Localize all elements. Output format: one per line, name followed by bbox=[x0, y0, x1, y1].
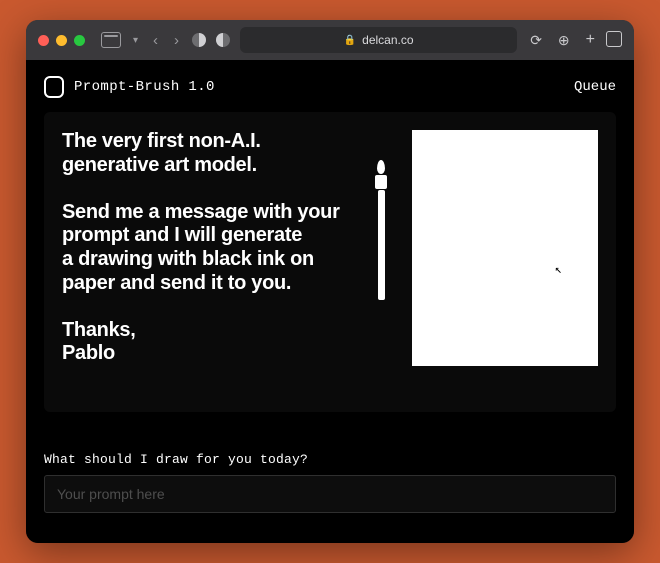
brand[interactable]: Prompt-Brush 1.0 bbox=[44, 76, 215, 98]
forward-button[interactable]: › bbox=[171, 32, 182, 49]
prompt-input[interactable] bbox=[44, 475, 616, 513]
new-tab-button[interactable]: + bbox=[583, 31, 598, 49]
close-window-button[interactable] bbox=[38, 35, 49, 46]
downloads-icon[interactable]: ⊕ bbox=[555, 32, 573, 49]
prompt-area: What should I draw for you today? bbox=[44, 452, 616, 513]
minimize-window-button[interactable] bbox=[56, 35, 67, 46]
brand-logo-icon bbox=[44, 76, 64, 98]
back-button[interactable]: ‹ bbox=[150, 32, 161, 49]
drawing-canvas: ↖ bbox=[412, 130, 598, 366]
browser-chrome: ▾ ‹ › 🔒 delcan.co ⟳ ⊕ + bbox=[26, 20, 634, 60]
brand-name: Prompt-Brush 1.0 bbox=[74, 79, 215, 95]
tab-overview-icon[interactable] bbox=[608, 33, 622, 47]
reader-mode-icon[interactable] bbox=[216, 33, 230, 47]
hero-text: The very first non-A.I. generative art m… bbox=[62, 130, 350, 394]
paintbrush-icon bbox=[375, 160, 387, 300]
brush-illustration bbox=[368, 130, 394, 394]
privacy-report-icon[interactable] bbox=[192, 33, 206, 47]
url-host: delcan.co bbox=[362, 33, 413, 47]
browser-window: ▾ ‹ › 🔒 delcan.co ⟳ ⊕ + Prompt-Brush 1.0… bbox=[26, 20, 634, 543]
window-controls bbox=[38, 35, 85, 46]
maximize-window-button[interactable] bbox=[74, 35, 85, 46]
queue-link[interactable]: Queue bbox=[574, 79, 616, 95]
reload-button[interactable]: ⟳ bbox=[527, 32, 545, 49]
hero-panel: The very first non-A.I. generative art m… bbox=[44, 112, 616, 412]
page-content: Prompt-Brush 1.0 Queue The very first no… bbox=[26, 60, 634, 543]
prompt-label: What should I draw for you today? bbox=[44, 452, 616, 467]
address-bar[interactable]: 🔒 delcan.co bbox=[240, 27, 517, 53]
chevron-down-icon[interactable]: ▾ bbox=[131, 35, 140, 46]
app-topbar: Prompt-Brush 1.0 Queue bbox=[44, 76, 616, 98]
sidebar-toggle-icon[interactable] bbox=[101, 32, 121, 48]
lock-icon: 🔒 bbox=[344, 35, 356, 46]
cursor-icon: ↖ bbox=[555, 262, 562, 277]
